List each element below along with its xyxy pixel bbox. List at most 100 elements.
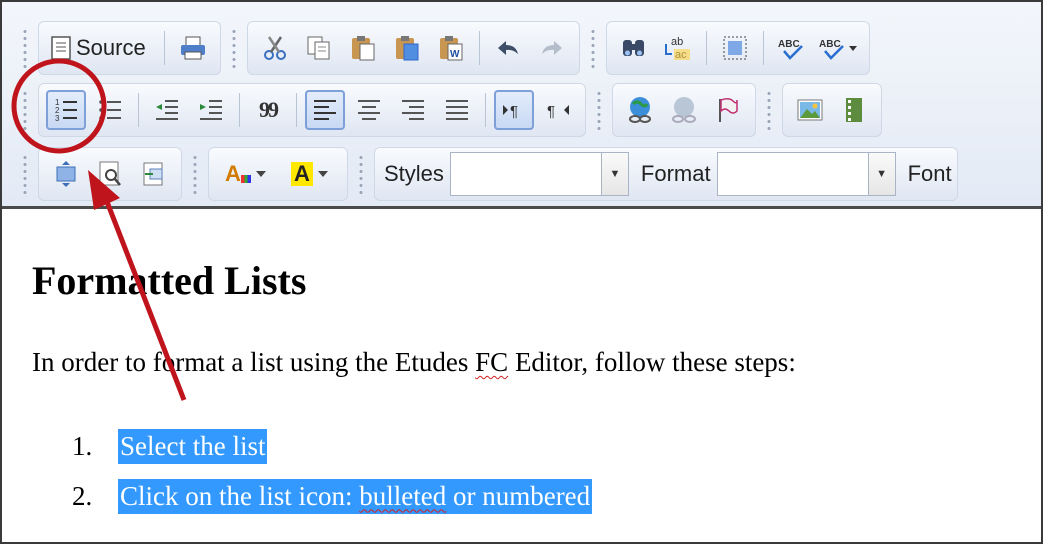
cut-icon [263, 36, 286, 60]
paste-word-button[interactable]: W [431, 28, 471, 68]
justify-icon [446, 100, 468, 120]
intro-text-end: Editor, follow these steps: [508, 347, 796, 377]
preview-icon [99, 161, 121, 186]
list-number: 2. [72, 480, 93, 511]
paste-button[interactable] [343, 28, 383, 68]
toolbar-grip[interactable] [358, 154, 364, 194]
selected-text: Click on the list icon: bulleted or numb… [118, 478, 593, 514]
bg-color-button[interactable]: A [280, 154, 340, 194]
font-label: Font [907, 161, 952, 186]
spellcheck-text: ABC [778, 39, 800, 50]
anchor-icon [719, 97, 738, 122]
find-button[interactable] [614, 28, 654, 68]
toolbar-grip[interactable] [22, 28, 28, 68]
steps-list: 1. Select the list 2. Click on the list … [72, 421, 593, 521]
replace-button[interactable]: abac [658, 28, 698, 68]
step-text-start: Click on the list icon: [120, 480, 360, 511]
paste-text-button[interactable] [387, 28, 427, 68]
toolbar-grip[interactable] [22, 154, 28, 194]
text-color-icon: A [225, 163, 267, 185]
toolbar-grip[interactable] [22, 90, 28, 130]
select-all-button[interactable] [715, 28, 755, 68]
maximize-icon [56, 161, 76, 187]
rtl-icon: ¶ [547, 103, 569, 120]
svg-text:¶: ¶ [510, 103, 518, 120]
spellcheck-button[interactable]: ABC [772, 28, 812, 68]
flash-button[interactable] [834, 90, 874, 130]
image-icon [797, 99, 823, 121]
toolbar-grip[interactable] [766, 90, 772, 130]
toolbar-group-colors: A A [208, 147, 348, 201]
editor-frame: Source W ab ABC ABC 1 2 3 99 ¶ ¶ A A Sty… [0, 0, 1043, 544]
print-button[interactable] [173, 28, 213, 68]
link-icon [629, 97, 651, 123]
source-button[interactable]: Source [46, 28, 156, 68]
image-button[interactable] [790, 90, 830, 130]
link-button[interactable] [620, 90, 660, 130]
toolbar-grip[interactable] [192, 154, 198, 194]
indent-icon [200, 100, 222, 120]
toolbar-grip[interactable] [596, 90, 602, 130]
text-color-button[interactable]: A [216, 154, 276, 194]
editor-content[interactable]: Formatted Lists In order to format a lis… [2, 209, 1041, 542]
maximize-button[interactable] [46, 154, 86, 194]
bg-color-icon: A [291, 162, 329, 186]
chevron-down-icon[interactable]: ▼ [600, 153, 628, 195]
preview-button[interactable] [90, 154, 130, 194]
align-right-icon [402, 100, 424, 120]
intro-text-start: In order to format a list using the Etud… [32, 347, 476, 377]
format-label: Format [640, 161, 711, 186]
align-right-button[interactable] [393, 90, 433, 130]
separator [762, 31, 764, 65]
indent-button[interactable] [191, 90, 231, 130]
unlink-button[interactable] [664, 90, 704, 130]
rtl-button[interactable]: ¶ [538, 90, 578, 130]
spellcheck-as-you-type-icon: ABC [819, 39, 857, 60]
styles-select-value [451, 153, 601, 195]
document-heading: Formatted Lists [32, 258, 307, 303]
chevron-down-icon [255, 171, 266, 177]
cut-button[interactable] [255, 28, 295, 68]
justify-button[interactable] [437, 90, 477, 130]
toolbar-group-view [38, 147, 182, 201]
undo-button[interactable] [488, 28, 528, 68]
redo-button[interactable] [532, 28, 572, 68]
toolbar-group-lists: 123 99 ¶ ¶ [38, 83, 586, 137]
templates-button[interactable] [134, 154, 174, 194]
align-center-button[interactable] [349, 90, 389, 130]
text-color-letter: A [225, 161, 241, 186]
redo-icon [541, 41, 562, 55]
toolbar-grip[interactable] [589, 28, 596, 68]
styles-select[interactable]: ▼ [449, 152, 629, 196]
list-item: 2. Click on the list icon: bulleted or n… [72, 471, 593, 521]
chevron-down-icon[interactable]: ▼ [867, 153, 895, 195]
numbered-list-button[interactable]: 123 [46, 90, 86, 130]
bg-color-letter: A [291, 162, 313, 186]
flash-icon [846, 98, 862, 122]
toolbar-group-editing: abac ABC ABC [605, 21, 870, 75]
bulleted-list-button[interactable] [90, 90, 130, 130]
blockquote-button[interactable]: 99 [248, 90, 288, 130]
copy-button[interactable] [299, 28, 339, 68]
toolbar-grip[interactable] [230, 28, 237, 68]
svg-text:¶: ¶ [547, 103, 555, 120]
toolbar-group-document: Source [38, 21, 221, 75]
select-all-icon [723, 36, 747, 60]
ltr-button[interactable]: ¶ [494, 90, 534, 130]
replace-icon: abac [664, 36, 690, 61]
unlink-icon [672, 97, 696, 123]
spellcheck-as-you-type-button[interactable]: ABC [816, 28, 862, 68]
format-select-value [718, 153, 868, 195]
toolbar-group-styles: Styles ▼ Format ▼ Font [374, 147, 958, 201]
blockquote-icon: 99 [259, 97, 279, 122]
anchor-button[interactable] [708, 90, 748, 130]
source-icon [51, 36, 71, 60]
numbered-list-icon: 123 [55, 98, 77, 123]
copy-icon [307, 36, 330, 60]
outdent-button[interactable] [147, 90, 187, 130]
list-item: 1. Select the list [72, 421, 592, 471]
format-select[interactable]: ▼ [716, 152, 896, 196]
toolbar-group-insert [782, 83, 882, 137]
align-left-button[interactable] [305, 90, 345, 130]
paste-icon [351, 36, 375, 61]
